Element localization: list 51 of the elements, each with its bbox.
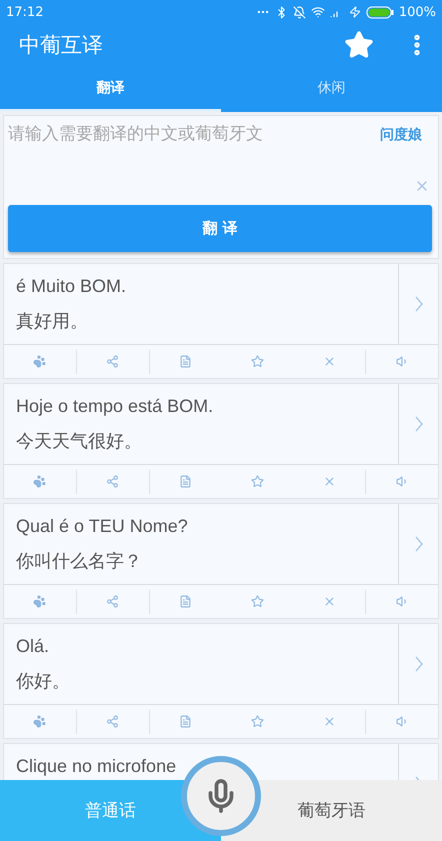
battery-percent: 100%: [398, 4, 436, 20]
paw-icon: [33, 475, 46, 488]
translation-text: 你叫什么名字？: [16, 550, 143, 573]
source-text: Hoje o tempo está BOM.: [16, 396, 214, 417]
star-icon: [250, 595, 264, 608]
star-icon: [250, 715, 264, 728]
input-area[interactable]: 请输入需要翻译的中文或葡萄牙文 问度娘 翻 译: [3, 115, 439, 259]
source-text: é Muito BOM.: [16, 276, 128, 297]
translation-text: 今天天气很好。: [16, 430, 143, 453]
speaker-icon: [396, 355, 409, 368]
bell-off-icon: [292, 6, 306, 18]
chevron-right-icon: [414, 656, 422, 672]
favorites-star-icon[interactable]: [344, 30, 374, 60]
share-icon: [106, 475, 120, 488]
close-icon: [322, 355, 336, 368]
document-icon: [179, 475, 192, 488]
source-text: Clique no microfone: [16, 756, 178, 777]
wifi-icon: [310, 5, 325, 19]
speaker-icon: [396, 475, 409, 488]
paw-icon: [33, 355, 46, 368]
paw-icon: [33, 595, 46, 608]
document-icon: [179, 715, 192, 728]
star-icon: [250, 355, 264, 368]
speaker-icon: [396, 715, 409, 728]
share-icon: [106, 715, 120, 728]
app-title: 中葡互译: [19, 32, 104, 59]
star-icon: [250, 475, 264, 488]
status-time: 17:12: [6, 4, 44, 20]
source-text: Qual é o TEU Nome?: [16, 516, 189, 537]
speaker-icon: [396, 595, 409, 608]
close-icon: [322, 475, 336, 488]
share-icon: [106, 355, 120, 368]
close-icon: [322, 595, 336, 608]
source-text: Olá.: [16, 636, 50, 657]
chevron-right-icon: [414, 296, 422, 312]
paw-icon: [33, 715, 46, 728]
baidu-link[interactable]: 问度娘: [380, 126, 430, 144]
translation-text: 你好。: [16, 670, 71, 693]
battery-icon: [366, 6, 394, 18]
tab[interactable]: 休闲: [221, 66, 442, 112]
document-icon: [179, 595, 192, 608]
chevron-right-icon: [414, 416, 422, 432]
input-field[interactable]: 请输入需要翻译的中文或葡萄牙文: [8, 122, 380, 199]
charging-icon: [348, 6, 361, 18]
close-icon: [322, 715, 336, 728]
translate-button[interactable]: 翻 译: [8, 205, 432, 252]
chevron-right-icon: [414, 536, 422, 552]
share-icon: [106, 595, 120, 608]
tab[interactable]: 翻译: [0, 66, 221, 112]
document-icon: [179, 355, 192, 368]
translation-text: 真好用。: [16, 310, 89, 333]
